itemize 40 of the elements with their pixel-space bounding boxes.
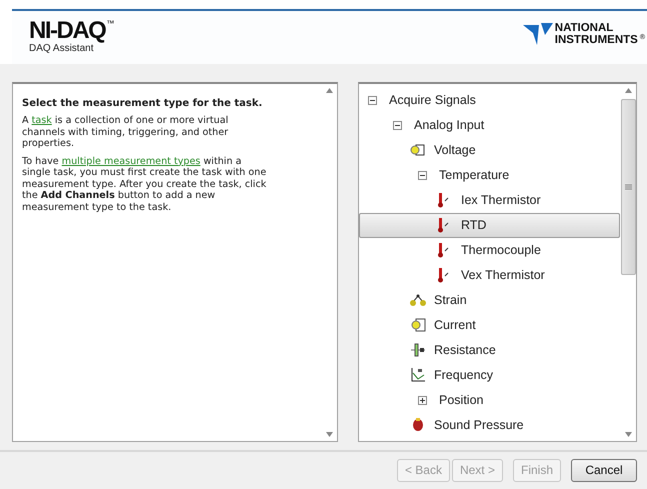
microphone-icon [410,417,426,434]
tree-item[interactable]: Resistance [359,338,620,363]
trademark-sign: ™ [106,19,114,28]
collapse-icon[interactable] [418,170,427,180]
strain-icon [410,292,426,308]
tree-item[interactable]: Thermocouple [359,238,620,263]
tree-item[interactable]: Position [359,388,620,413]
eagle-logo-icon [522,21,553,47]
product-subtitle: DAQ Assistant [29,43,94,54]
chart-icon [410,367,426,384]
tree-item[interactable]: Analog Input [359,112,620,138]
scroll-up-icon[interactable] [326,88,332,93]
scroll-down-icon[interactable] [624,432,632,437]
scroll-up-icon[interactable] [624,88,632,93]
expand-icon[interactable] [418,396,427,405]
tree-item[interactable]: RTD [359,212,620,238]
product-name: NI-DAQ [29,19,106,43]
help-heading: Select the measurement type for the task. [22,98,264,110]
current-icon [410,317,426,334]
tree-item[interactable]: Voltage [359,138,620,163]
cancel-button[interactable]: Cancel [571,458,637,482]
help-paragraph: A task is a collection of one or more virtual channels with timing, triggering, and other properties. [22,115,230,150]
help-paragraph: To have multiple measurement types within a single task, you must first create the task with one measurement type. After you create the task, click the Add Channels button to add a new measurement type to the task. [22,156,268,214]
help-link[interactable]: multiple measurement types [62,156,200,167]
tree-item[interactable]: Temperature [359,162,620,188]
tree-item[interactable]: Current [359,312,620,338]
tree-item[interactable]: Strain [359,288,620,313]
scroll-down-icon[interactable] [326,432,332,437]
vendor-name: NATIONAL INSTRUMENTS [554,22,638,46]
collapse-icon[interactable] [368,96,377,105]
help-link[interactable]: task [32,115,52,126]
tree-item[interactable]: Sound Pressure [359,412,620,438]
scrollbar-thumb[interactable] [620,98,636,275]
collapse-icon[interactable] [393,120,402,130]
tree-item[interactable]: Vex Thermistor [359,262,620,288]
resistance-icon [410,342,426,358]
voltage-icon [410,142,426,158]
tree-item[interactable]: Iex Thermistor [359,188,620,213]
tree-item[interactable]: Frequency [359,362,620,388]
tree-item[interactable]: Acquire Signals [359,88,620,113]
